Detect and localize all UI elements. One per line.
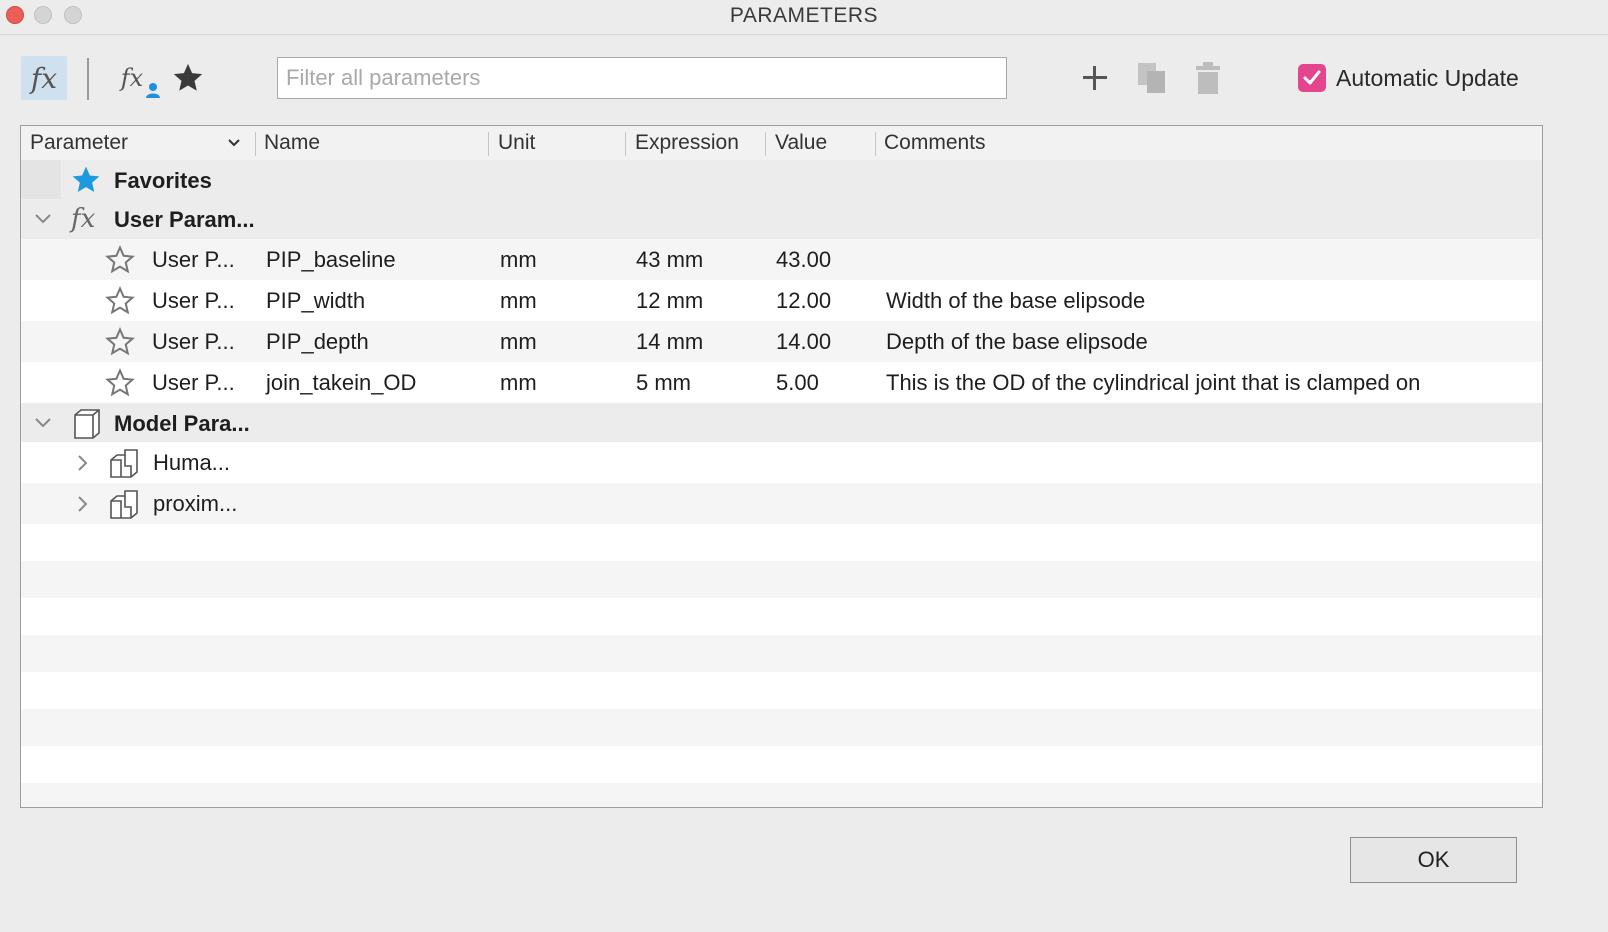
automatic-update-toggle[interactable]: Automatic Update: [1298, 63, 1519, 93]
chevron-right-icon[interactable]: [77, 495, 89, 513]
empty-row: [21, 635, 1542, 672]
star-filled-icon: [72, 166, 100, 192]
add-icon: [1083, 66, 1107, 90]
favorites-filter-button[interactable]: [166, 56, 210, 100]
column-header-unit[interactable]: Unit: [498, 126, 535, 160]
name-cell[interactable]: PIP_baseline: [266, 239, 396, 280]
chevron-right-icon[interactable]: [77, 454, 89, 472]
chevron-down-icon[interactable]: [34, 417, 52, 429]
list-item[interactable]: proxim...: [21, 483, 1542, 524]
value-cell: 43.00: [776, 247, 832, 272]
fx-glyph-small: fx: [120, 64, 144, 92]
delete-parameter-button[interactable]: [1186, 56, 1230, 100]
component-icon: [110, 490, 138, 519]
fx-icon: fx: [30, 61, 58, 95]
ok-button[interactable]: OK: [1350, 837, 1517, 883]
empty-row: [21, 561, 1542, 598]
component-icon: [110, 449, 138, 478]
empty-row: [21, 783, 1542, 807]
star-outline-icon[interactable]: [105, 286, 135, 316]
parameter-cell: User P...: [152, 370, 235, 395]
model-child-label: proxim...: [153, 491, 238, 516]
add-parameter-button[interactable]: [1073, 56, 1117, 100]
parameter-cell: User P...: [152, 288, 235, 313]
column-header-value[interactable]: Value: [775, 126, 827, 160]
copy-icon: [1138, 63, 1165, 93]
value-cell: 5.00: [776, 370, 819, 395]
unit-cell[interactable]: mm: [500, 280, 537, 321]
empty-row: [21, 598, 1542, 635]
user-parameters-group-label: User Param...: [114, 207, 255, 232]
chevron-down-icon[interactable]: [227, 138, 241, 148]
fx-icon: fx: [71, 204, 96, 234]
title-bar: PARAMETERS: [0, 0, 1608, 35]
column-divider[interactable]: [875, 132, 876, 156]
toolbar-divider: [87, 58, 89, 100]
empty-row: [21, 746, 1542, 783]
unit-cell[interactable]: mm: [500, 362, 537, 403]
comment-cell[interactable]: Width of the base elipsode: [886, 280, 1145, 321]
parameter-cell: User P...: [152, 247, 235, 272]
table-row[interactable]: User P... PIP_depth mm 14 mm 14.00 Depth…: [21, 321, 1542, 362]
name-cell[interactable]: PIP_width: [266, 280, 365, 321]
automatic-update-label: Automatic Update: [1336, 64, 1519, 91]
column-header-expression[interactable]: Expression: [635, 126, 739, 160]
filter-parameters-input[interactable]: [277, 57, 1007, 99]
model-parameters-group-label: Model Para...: [114, 411, 250, 436]
table-row[interactable]: User P... PIP_width mm 12 mm 12.00 Width…: [21, 280, 1542, 321]
star-outline-icon[interactable]: [105, 368, 135, 398]
person-icon: [145, 83, 160, 98]
unit-cell[interactable]: mm: [500, 321, 537, 362]
name-cell[interactable]: PIP_depth: [266, 321, 369, 362]
empty-row: [21, 709, 1542, 746]
copy-parameter-button[interactable]: [1130, 56, 1174, 100]
chevron-down-icon[interactable]: [34, 213, 52, 225]
list-item[interactable]: Huma...: [21, 442, 1542, 483]
user-parameter-icon: fx: [120, 64, 160, 98]
table-row[interactable]: User P... join_takein_OD mm 5 mm 5.00 Th…: [21, 362, 1542, 403]
comment-cell[interactable]: This is the OD of the cylindrical joint …: [886, 362, 1420, 403]
delete-icon: [1196, 62, 1220, 94]
model-component-icon: [74, 409, 100, 439]
column-divider[interactable]: [765, 132, 766, 156]
column-divider[interactable]: [625, 132, 626, 156]
column-divider[interactable]: [255, 132, 256, 156]
column-header-name[interactable]: Name: [264, 126, 320, 160]
table-row[interactable]: User P... PIP_baseline mm 43 mm 43.00: [21, 239, 1542, 280]
table-header: Parameter Name Unit Expression Value Com…: [21, 126, 1542, 160]
automatic-update-checkbox[interactable]: [1298, 64, 1326, 92]
expression-cell[interactable]: 43 mm: [636, 239, 703, 280]
name-cell[interactable]: join_takein_OD: [266, 362, 416, 403]
parameter-cell: User P...: [152, 329, 235, 354]
checkmark-icon: [1303, 70, 1321, 85]
expression-cell[interactable]: 14 mm: [636, 321, 703, 362]
parameters-table[interactable]: Parameter Name Unit Expression Value Com…: [20, 125, 1543, 808]
row-gutter: [21, 160, 61, 200]
expression-cell[interactable]: 12 mm: [636, 280, 703, 321]
model-parameters-group-row[interactable]: Model Para...: [21, 403, 1542, 444]
column-divider[interactable]: [488, 132, 489, 156]
expression-cell[interactable]: 5 mm: [636, 362, 691, 403]
star-outline-icon[interactable]: [105, 327, 135, 357]
column-header-comments[interactable]: Comments: [884, 126, 986, 160]
unit-cell[interactable]: mm: [500, 239, 537, 280]
favorites-group-label: Favorites: [114, 168, 212, 193]
favorites-star-icon: [173, 63, 203, 91]
empty-row: [21, 672, 1542, 709]
star-outline-icon[interactable]: [105, 245, 135, 275]
value-cell: 12.00: [776, 288, 832, 313]
favorites-group-row[interactable]: Favorites: [21, 160, 1542, 201]
user-parameters-group-row[interactable]: fx User Param...: [21, 199, 1542, 240]
model-child-label: Huma...: [153, 450, 231, 475]
window-title: PARAMETERS: [729, 4, 879, 27]
empty-row: [21, 524, 1542, 561]
user-parameters-filter-button[interactable]: fx: [110, 56, 160, 100]
comment-cell[interactable]: Depth of the base elipsode: [886, 321, 1148, 362]
column-header-parameter[interactable]: Parameter: [30, 126, 128, 160]
all-parameters-fx-button[interactable]: fx: [21, 56, 67, 100]
value-cell: 14.00: [776, 329, 832, 354]
